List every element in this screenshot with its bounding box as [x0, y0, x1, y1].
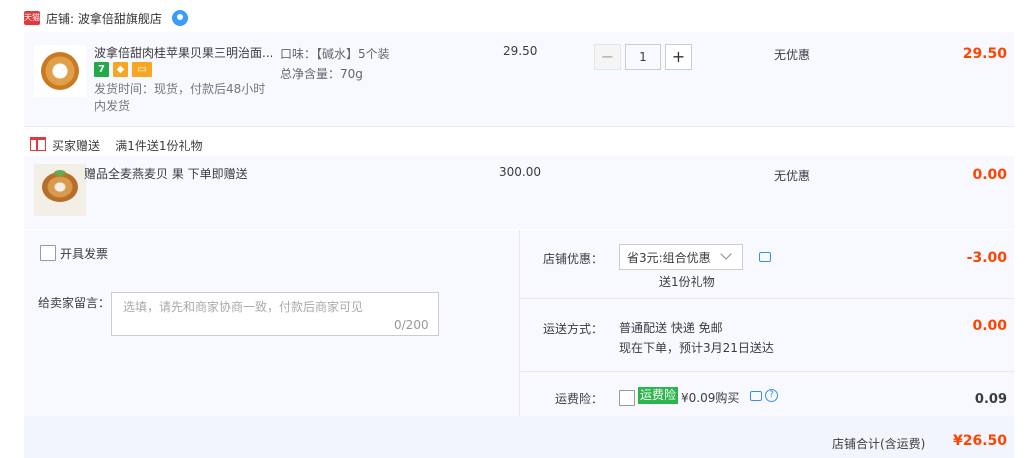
invoice-label[interactable]: 开具发票	[60, 245, 108, 262]
gift-header-label: 买家赠送	[52, 139, 101, 153]
shipping-info: 普通配送 快递 免邮 现在下单，预计3月21日送达	[619, 318, 774, 358]
gift-icon	[30, 137, 46, 151]
sku-weight: 总净含量：70g	[280, 67, 363, 81]
divider	[24, 126, 1014, 127]
card-pay-icon: ▭	[132, 62, 152, 77]
quantity-stepper: − 1 +	[594, 44, 692, 70]
shop-discount-selected: 省3元:组合优惠	[627, 251, 711, 265]
options-divider	[519, 230, 520, 416]
shipping-method: 普通配送 快递 免邮	[619, 321, 723, 335]
unit-price: 29.50	[503, 44, 538, 58]
comment-icon[interactable]	[759, 252, 771, 262]
wangwang-chat-icon[interactable]	[172, 10, 188, 26]
memo-placeholder: 选填，请先和商家协商一致，付款后商家可见	[123, 300, 364, 314]
gift-header: 买家赠送 满1件送1份礼物	[52, 137, 203, 154]
item-total: 29.50	[962, 46, 1007, 62]
memo-char-count: 0/200	[394, 318, 429, 332]
qty-plus-button[interactable]: +	[665, 44, 692, 70]
options-divider	[520, 298, 1014, 299]
memo-label: 给卖家留言：	[38, 296, 111, 310]
delivery-time: 发货时间：现货，付款后48小时内发货	[94, 82, 266, 113]
gift-rule: 满1件送1份礼物	[115, 139, 203, 153]
shipping-label: 运送方式：	[543, 322, 604, 336]
product-title[interactable]: 波拿倍甜肉桂苹果贝果三明治面...	[94, 44, 272, 61]
comment-icon[interactable]	[750, 391, 762, 401]
shop-discount-label: 店铺优惠：	[543, 252, 604, 266]
sku-info: 口味：【碱水】5个装 总净含量：70g	[280, 44, 390, 84]
shop-total-value: ¥26.50	[952, 433, 1007, 449]
seven-day-return-icon: 7	[94, 62, 109, 77]
shop-name[interactable]: 店铺: 波拿倍甜旗舰店	[46, 10, 162, 27]
item-promo: 无优惠	[774, 48, 811, 62]
product-image[interactable]	[34, 45, 86, 97]
options-divider	[520, 371, 1014, 372]
service-icons: 7 ◆ ▭	[94, 62, 152, 77]
insurance-label: 运费险：	[555, 392, 604, 406]
invoice-checkbox[interactable]	[40, 245, 56, 261]
gift-promo: 无优惠	[774, 169, 811, 183]
help-icon[interactable]: ?	[765, 389, 778, 402]
gift-title: 赠品全麦燕麦贝 果 下单即赠送	[84, 167, 248, 181]
insurance-value: 0.09	[974, 392, 1007, 407]
shop-discount-gift: 送1份礼物	[659, 275, 715, 289]
tmall-badge: 天猫	[24, 11, 40, 25]
gift-image	[34, 164, 86, 216]
guarantee-icon: ◆	[113, 62, 128, 77]
insurance-price: ¥0.09购买	[681, 391, 740, 405]
qty-minus-button[interactable]: −	[594, 44, 621, 70]
insurance-badge: 运费险	[638, 387, 679, 404]
shipping-value: 0.00	[972, 318, 1007, 334]
shop-discount-value: -3.00	[966, 250, 1007, 266]
shop-total-label: 店铺合计(含运费)	[832, 437, 926, 451]
shipping-eta: 现在下单，预计3月21日送达	[619, 341, 774, 355]
gift-price: 300.00	[499, 165, 541, 179]
gift-total: 0.00	[972, 167, 1007, 183]
insurance-checkbox[interactable]	[619, 390, 635, 406]
sku-flavor: 口味：【碱水】5个装	[280, 47, 390, 61]
qty-input[interactable]: 1	[625, 44, 661, 70]
